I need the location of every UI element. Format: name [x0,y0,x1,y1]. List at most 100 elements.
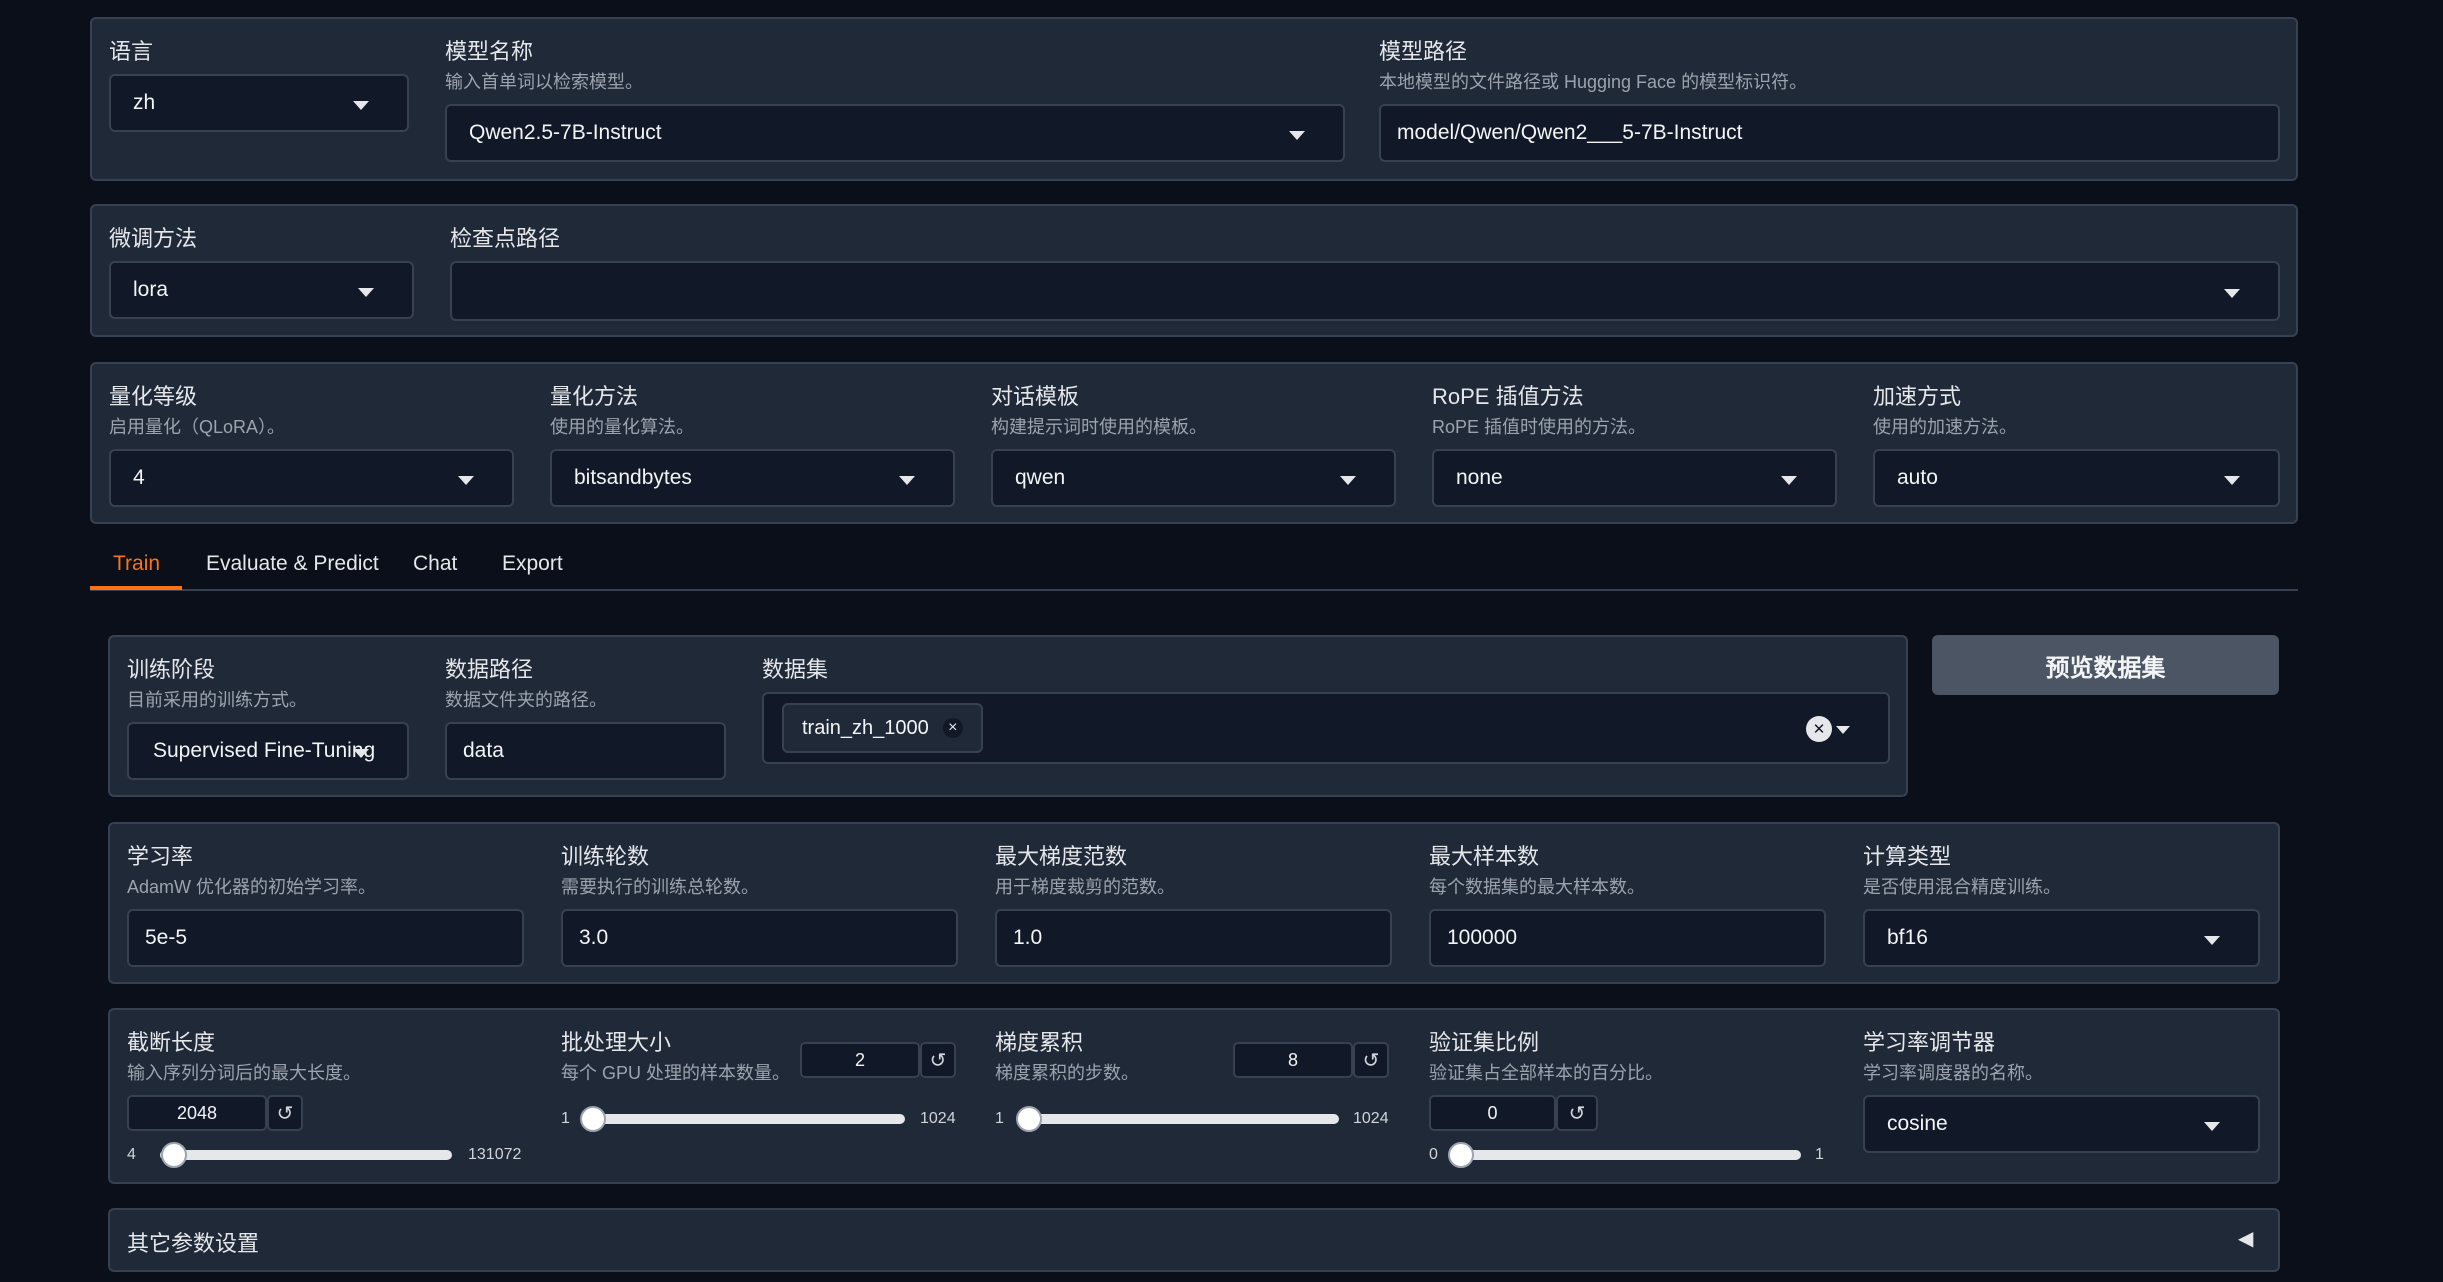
dataset-label: 数据集 [762,657,829,682]
val-size-label: 验证集比例 [1429,1030,1540,1055]
dataset-dir-value: data [463,739,504,762]
tab-train-underline [90,586,182,590]
grad-accum-reset-icon[interactable]: ↺ [1353,1042,1389,1078]
batch-size-number[interactable]: 2 [800,1042,920,1078]
learning-rate-label: 学习率 [127,844,194,869]
stage-value: Supervised Fine-Tuning [153,739,376,762]
extra-settings-label: 其它参数设置 [127,1231,260,1256]
quant-method-info: 使用的量化算法。 [550,417,694,437]
grad-accum-max: 1024 [1353,1110,1389,1127]
stage-label: 训练阶段 [127,657,216,682]
cutoff-len-max: 131072 [468,1146,522,1163]
grad-accum-number[interactable]: 8 [1233,1042,1353,1078]
booster-label: 加速方式 [1873,384,1962,409]
tab-export[interactable]: Export [502,552,563,576]
dataset-chip-label: train_zh_1000 [802,716,929,739]
chevron-down-icon [1836,726,1850,734]
dataset-dir-input[interactable]: data [445,722,726,780]
learning-rate-info: AdamW 优化器的初始学习率。 [127,877,377,897]
chevron-down-icon [353,101,369,110]
scheduler-info: 学习率调度器的名称。 [1863,1063,2043,1083]
chevron-down-icon [899,476,915,485]
scheduler-label: 学习率调节器 [1863,1030,1996,1055]
stage-info: 目前采用的训练方式。 [127,690,307,710]
epochs-info: 需要执行的训练总轮数。 [561,877,759,897]
chevron-down-icon [1289,131,1305,140]
extra-settings-accordion[interactable] [108,1208,2280,1272]
chevron-down-icon [1340,476,1356,485]
chevron-down-icon [358,288,374,297]
model-name-info: 输入首单词以检索模型。 [445,72,643,92]
finetune-label: 微调方法 [109,226,198,251]
model-path-input[interactable]: model/Qwen/Qwen2___5-7B-Instruct [1379,104,2280,162]
val-size-number[interactable]: 0 [1429,1095,1556,1131]
language-dropdown[interactable]: zh [109,74,409,132]
language-label: 语言 [109,39,154,64]
val-size-track[interactable] [1451,1150,1801,1160]
tab-train[interactable]: Train [113,552,160,576]
scheduler-dropdown[interactable]: cosine [1863,1095,2260,1153]
chevron-down-icon [1781,476,1797,485]
cutoff-len-track[interactable] [160,1150,452,1160]
quant-bit-value: 4 [133,466,145,489]
tab-bar [90,589,2298,591]
template-dropdown[interactable]: qwen [991,449,1396,507]
quant-method-dropdown[interactable]: bitsandbytes [550,449,955,507]
tab-evaluate-predict[interactable]: Evaluate & Predict [206,552,379,576]
booster-dropdown[interactable]: auto [1873,449,2280,507]
learning-rate-input[interactable]: 5e-5 [127,909,524,967]
cutoff-len-min: 4 [127,1146,136,1163]
clear-icon[interactable]: ✕ [1806,716,1832,742]
rope-info: RoPE 插值时使用的方法。 [1432,417,1647,437]
template-label: 对话模板 [991,384,1080,409]
compute-type-info: 是否使用混合精度训练。 [1863,877,2061,897]
val-size-info: 验证集占全部样本的百分比。 [1429,1063,1663,1083]
compute-type-dropdown[interactable]: bf16 [1863,909,2260,967]
chip-remove-icon[interactable]: × [942,718,963,738]
grad-accum-label: 梯度累积 [995,1030,1084,1055]
batch-size-reset-icon[interactable]: ↺ [920,1042,956,1078]
batch-size-info: 每个 GPU 处理的样本数量。 [561,1063,791,1083]
cutoff-len-number[interactable]: 2048 [127,1095,267,1131]
cutoff-len-info: 输入序列分词后的最大长度。 [127,1063,361,1083]
cutoff-len-reset-icon[interactable]: ↺ [267,1095,303,1131]
compute-type-label: 计算类型 [1863,844,1952,869]
grad-accum-info: 梯度累积的步数。 [995,1063,1139,1083]
model-path-info: 本地模型的文件路径或 Hugging Face 的模型标识符。 [1379,72,1808,92]
collapse-icon[interactable]: ◀ [2238,1226,2253,1251]
dataset-multiselect[interactable]: train_zh_1000 × ✕ [762,692,1890,764]
checkpoint-label: 检查点路径 [450,226,561,251]
finetune-dropdown[interactable]: lora [109,261,414,319]
max-grad-norm-input[interactable]: 1.0 [995,909,1392,967]
model-name-label: 模型名称 [445,39,534,64]
template-value: qwen [1015,466,1066,489]
compute-type-value: bf16 [1887,926,1928,949]
preview-dataset-button[interactable]: 预览数据集 [1932,635,2279,695]
val-size-reset-icon[interactable]: ↺ [1556,1095,1598,1131]
booster-value: auto [1897,466,1938,489]
max-grad-norm-label: 最大梯度范数 [995,844,1128,869]
max-samples-label: 最大样本数 [1429,844,1540,869]
batch-size-track[interactable] [583,1114,905,1124]
grad-accum-track[interactable] [1017,1114,1339,1124]
batch-size-min: 1 [561,1110,570,1127]
dataset-dir-label: 数据路径 [445,657,534,682]
epochs-input[interactable]: 3.0 [561,909,958,967]
stage-dropdown[interactable]: Supervised Fine-Tuning [127,722,409,780]
quant-bit-label: 量化等级 [109,384,198,409]
quant-method-label: 量化方法 [550,384,639,409]
model-name-dropdown[interactable]: Qwen2.5-7B-Instruct [445,104,1345,162]
quant-bit-dropdown[interactable]: 4 [109,449,514,507]
chevron-down-icon [2204,936,2220,945]
rope-dropdown[interactable]: none [1432,449,1837,507]
dataset-chip: train_zh_1000 × [782,703,983,753]
cutoff-len-label: 截断长度 [127,1030,216,1055]
max-samples-input[interactable]: 100000 [1429,909,1826,967]
val-size-thumb[interactable] [1448,1142,1474,1168]
val-size-max: 1 [1815,1146,1824,1163]
tab-chat[interactable]: Chat [413,552,457,576]
max-samples-value: 100000 [1447,926,1518,949]
checkpoint-dropdown[interactable] [450,261,2280,321]
max-grad-norm-info: 用于梯度裁剪的范数。 [995,877,1175,897]
batch-size-max: 1024 [920,1110,956,1127]
